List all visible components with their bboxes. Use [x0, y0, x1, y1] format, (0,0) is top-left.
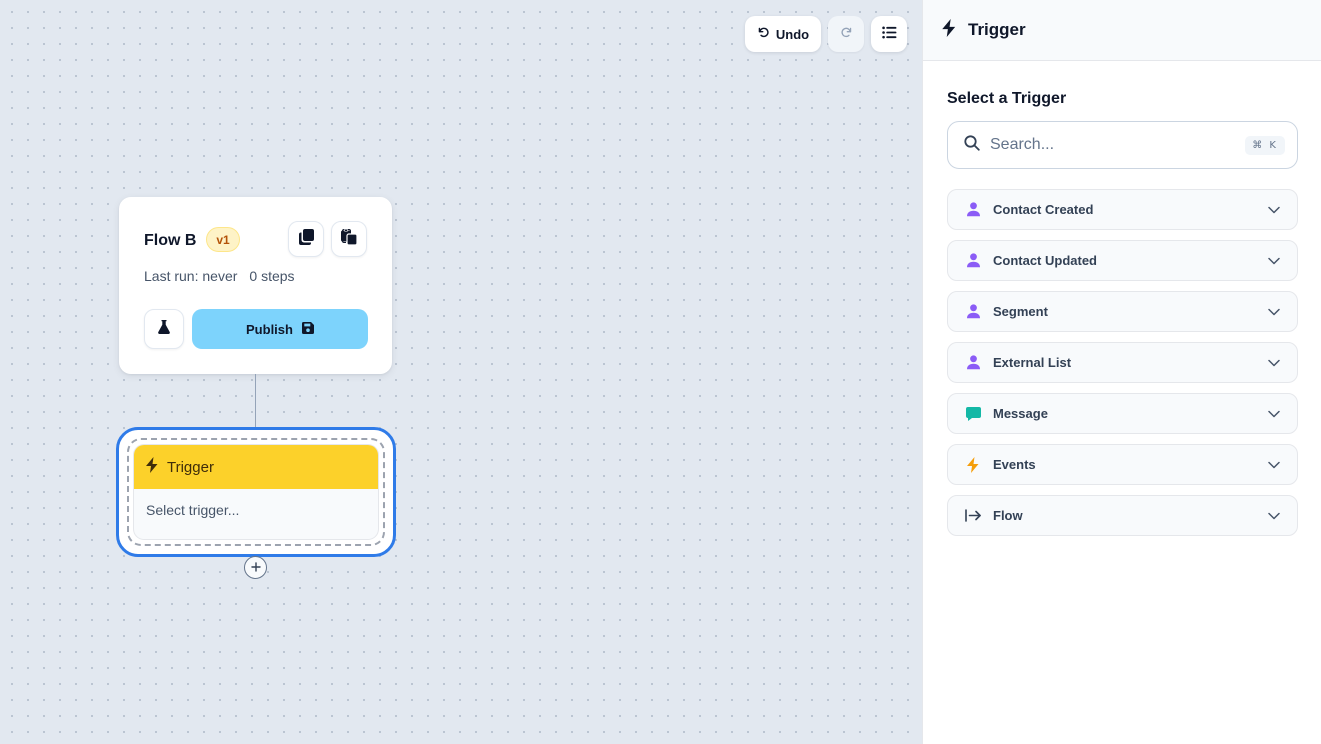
user-icon — [965, 304, 981, 320]
bolt-icon — [965, 456, 981, 473]
item-label: Contact Updated — [993, 253, 1097, 268]
flask-icon — [158, 319, 170, 339]
test-button[interactable] — [144, 309, 184, 349]
chevron-down-icon — [1268, 252, 1280, 270]
save-icon — [301, 321, 314, 337]
version-badge: v1 — [206, 227, 240, 252]
trigger-list: Contact Created Contact Updated Segment — [947, 189, 1298, 546]
trigger-placeholder: Select trigger... — [146, 502, 240, 518]
trigger-node[interactable]: Trigger Select trigger... — [116, 427, 396, 557]
chevron-down-icon — [1268, 405, 1280, 423]
bolt-icon — [941, 18, 957, 42]
item-label: Contact Created — [993, 202, 1094, 217]
item-label: External List — [993, 355, 1072, 370]
item-label: Message — [993, 406, 1048, 421]
item-label: Events — [993, 457, 1036, 472]
canvas-toolbar: Undo — [745, 16, 907, 52]
search-icon — [964, 134, 980, 156]
undo-label: Undo — [775, 26, 810, 42]
list-icon — [881, 26, 897, 42]
add-step-button[interactable] — [244, 556, 267, 579]
trigger-card[interactable]: Trigger Select trigger... — [134, 445, 378, 539]
trigger-item-flow[interactable]: Flow — [947, 495, 1298, 536]
flow-card: Flow B v1 Last run: never 0 steps Publis… — [119, 197, 392, 374]
trigger-item-contact-updated[interactable]: Contact Updated — [947, 240, 1298, 281]
item-label: Flow — [993, 508, 1023, 523]
flow-name: Flow B — [144, 232, 197, 249]
list-view-button[interactable] — [871, 16, 907, 52]
paste-button[interactable] — [331, 221, 367, 257]
trigger-search: ⌘ K — [947, 121, 1298, 169]
user-icon — [965, 202, 981, 218]
shortcut-hint: ⌘ K — [1245, 135, 1285, 155]
panel-subtitle: Select a Trigger — [947, 90, 1067, 107]
trigger-item-message[interactable]: Message — [947, 393, 1298, 434]
panel-title: Trigger — [968, 20, 1026, 39]
user-icon — [965, 253, 981, 269]
user-icon — [965, 355, 981, 371]
paste-icon — [341, 228, 358, 250]
redo-icon — [840, 26, 853, 42]
chevron-down-icon — [1268, 507, 1280, 525]
steps-count: 0 steps — [249, 268, 295, 284]
trigger-panel: Trigger Select a Trigger ⌘ K Contact Cre… — [922, 0, 1321, 744]
flow-canvas[interactable]: Undo Flow B v1 Last run: never 0 steps P… — [0, 0, 922, 744]
plus-icon — [250, 560, 261, 576]
trigger-node-header: Trigger — [134, 445, 378, 489]
chevron-down-icon — [1268, 456, 1280, 474]
chevron-down-icon — [1268, 354, 1280, 372]
copy-icon — [298, 228, 314, 250]
flow-meta: Last run: never 0 steps — [144, 268, 295, 284]
publish-label: Publish — [246, 321, 293, 337]
item-label: Segment — [993, 304, 1048, 319]
trigger-node-title: Trigger — [167, 458, 214, 476]
publish-button[interactable]: Publish — [192, 309, 368, 349]
search-input[interactable] — [990, 136, 1236, 154]
undo-button[interactable]: Undo — [745, 16, 821, 52]
trigger-item-segment[interactable]: Segment — [947, 291, 1298, 332]
arrow-right-to-bar-icon — [965, 508, 981, 524]
last-run-text: Last run: never — [144, 268, 238, 284]
message-icon — [965, 406, 981, 422]
chevron-down-icon — [1268, 303, 1280, 321]
undo-icon — [757, 26, 770, 42]
trigger-dropzone: Trigger Select trigger... — [127, 438, 385, 546]
chevron-down-icon — [1268, 201, 1280, 219]
trigger-item-external-list[interactable]: External List — [947, 342, 1298, 383]
trigger-item-events[interactable]: Events — [947, 444, 1298, 485]
redo-button[interactable] — [828, 16, 864, 52]
trigger-item-contact-created[interactable]: Contact Created — [947, 189, 1298, 230]
bolt-icon — [145, 457, 159, 477]
panel-header: Trigger — [923, 0, 1321, 61]
copy-button[interactable] — [288, 221, 324, 257]
